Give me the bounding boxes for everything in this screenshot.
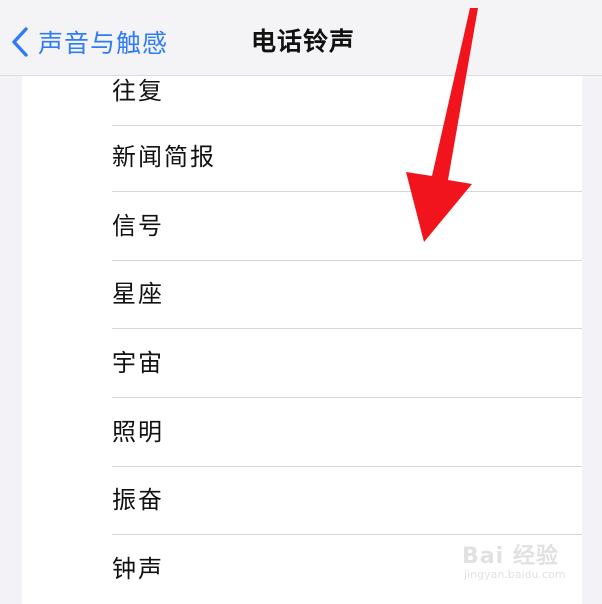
ringtone-item[interactable]: 信号 [22,192,582,261]
ringtone-label: 振奋 [112,486,164,514]
ringtone-item[interactable]: 振奋 [22,466,582,535]
watermark-logo: Bai 经验 [462,544,559,569]
ringtone-label: 钟声 [112,555,164,583]
ringtone-label: 星座 [112,280,164,308]
ringtone-item[interactable]: 宇宙 [22,329,582,398]
watermark: Bai 经验 jingyan.baidu.com [462,538,582,598]
ringtone-label: 往复 [112,77,164,105]
ringtone-label: 新闻简报 [112,143,216,171]
ringtone-item[interactable]: 往复 [22,57,582,126]
ringtone-item[interactable]: 照明 [22,398,582,467]
page-title: 电话铃声 [250,27,355,56]
ringtone-list: 往复 新闻简报 信号 星座 宇宙 照明 振奋 钟声 [22,76,582,604]
ringtone-label: 照明 [112,418,164,446]
ringtone-label: 宇宙 [112,349,164,377]
ringtone-item[interactable]: 新闻简报 [22,123,582,192]
ringtone-item[interactable]: 星座 [22,260,582,329]
ringtone-label: 信号 [112,212,164,240]
watermark-url: jingyan.baidu.com [464,568,566,581]
